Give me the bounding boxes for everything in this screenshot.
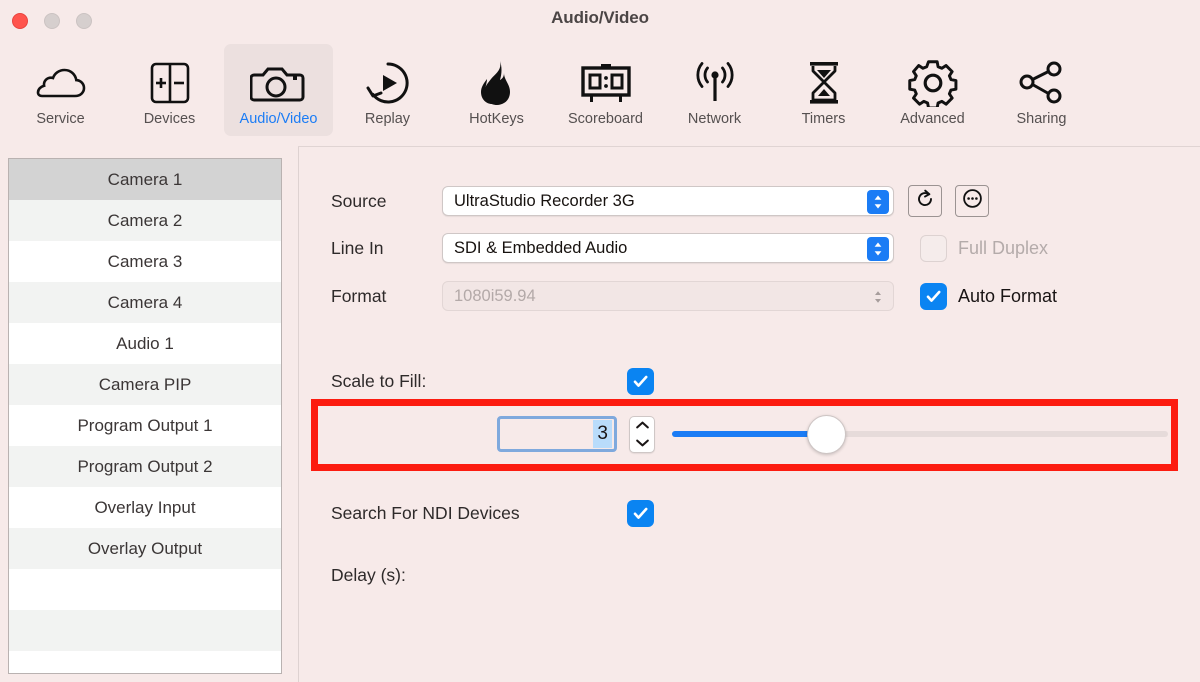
list-item[interactable]: Camera 2 <box>9 200 281 241</box>
full-duplex-label: Full Duplex <box>958 237 1049 258</box>
list-item[interactable]: Camera 1 <box>9 159 281 200</box>
replay-icon <box>362 56 414 110</box>
toolbar-item-hotkeys[interactable]: HotKeys <box>442 44 551 136</box>
line-in-dropdown[interactable]: SDI & Embedded Audio <box>442 233 894 263</box>
toolbar-item-network[interactable]: Network <box>660 44 769 136</box>
toolbar-item-label: Audio/Video <box>239 111 318 127</box>
options-button[interactable] <box>955 185 989 217</box>
list-item[interactable]: Camera 4 <box>9 282 281 323</box>
toolbar-item-label: Devices <box>143 111 196 127</box>
camera-icon <box>249 56 308 110</box>
delay-label: Delay (s): <box>331 565 406 585</box>
list-item[interactable]: Camera 3 <box>9 241 281 282</box>
toolbar-item-label: Scoreboard <box>568 111 643 127</box>
delay-row: Delay (s): <box>331 565 406 586</box>
line-in-value: SDI & Embedded Audio <box>454 238 628 257</box>
highlight-box <box>311 399 1178 471</box>
title-bar: Audio/Video <box>0 0 1200 42</box>
auto-format-checkbox-row[interactable]: Auto Format <box>920 282 1058 310</box>
line-in-row: Line In SDI & Embedded Audio Full Duplex <box>331 233 1048 263</box>
toolbar-item-audio-video[interactable]: Audio/Video <box>224 44 333 136</box>
format-value: 1080i59.94 <box>454 286 536 305</box>
toolbar-item-label: HotKeys <box>469 111 524 127</box>
toolbar-item-label: Service <box>36 111 85 127</box>
list-item[interactable]: Program Output 2 <box>9 446 281 487</box>
search-ndi-row: Search For NDI Devices <box>331 500 654 527</box>
split-panes-icon <box>143 56 197 110</box>
search-ndi-label: Search For NDI Devices <box>331 503 520 523</box>
toolbar-item-service[interactable]: Service <box>6 44 115 136</box>
toolbar-item-replay[interactable]: Replay <box>333 44 442 136</box>
hourglass-icon <box>802 56 846 110</box>
format-dropdown: 1080i59.94 <box>442 281 894 311</box>
cloud-icon <box>34 56 88 110</box>
refresh-icon <box>915 189 935 214</box>
list-item-empty[interactable] <box>9 569 281 610</box>
ellipsis-circle-icon <box>962 188 983 214</box>
auto-format-checkbox[interactable] <box>920 282 947 310</box>
toolbar-item-label: Replay <box>364 111 411 127</box>
format-label: Format <box>331 285 387 306</box>
chevron-up-down-icon <box>867 285 889 309</box>
gear-icon <box>907 56 958 110</box>
scale-to-fill-checkbox[interactable] <box>627 368 654 395</box>
list-item[interactable]: Audio 1 <box>9 323 281 364</box>
toolbar-item-sharing[interactable]: Sharing <box>987 44 1096 136</box>
toolbar-item-advanced[interactable]: Advanced <box>878 44 987 136</box>
line-in-label: Line In <box>331 237 384 258</box>
toolbar-item-timers[interactable]: Timers <box>769 44 878 136</box>
toolbar-item-devices[interactable]: Devices <box>115 44 224 136</box>
full-duplex-checkbox[interactable] <box>920 234 947 262</box>
source-label: Source <box>331 190 387 211</box>
format-row: Format 1080i59.94 Auto Format <box>331 281 1057 311</box>
list-item[interactable]: Overlay Output <box>9 528 281 569</box>
toolbar: Service Devices Audio/Video Replay HotKe… <box>0 42 1200 146</box>
refresh-button[interactable] <box>908 185 942 217</box>
toolbar-item-label: Sharing <box>1016 111 1067 127</box>
chevron-up-down-icon <box>867 190 889 214</box>
toolbar-item-scoreboard[interactable]: Scoreboard <box>551 44 660 136</box>
auto-format-label: Auto Format <box>958 285 1058 306</box>
list-item-empty[interactable] <box>9 651 281 673</box>
toolbar-item-label: Advanced <box>900 111 965 127</box>
window-title: Audio/Video <box>551 8 649 27</box>
scale-to-fill-label: Scale to Fill: <box>331 371 427 391</box>
antenna-icon <box>689 56 741 110</box>
toolbar-item-label: Timers <box>801 111 846 127</box>
chevron-up-down-icon <box>867 237 889 261</box>
toolbar-item-label: Network <box>687 111 742 127</box>
share-icon <box>1016 56 1068 110</box>
app-window: Audio/Video Service Devices Audio/Video … <box>0 0 1200 682</box>
source-value: UltraStudio Recorder 3G <box>454 191 635 210</box>
source-row: Source UltraStudio Recorder 3G <box>331 185 989 217</box>
list-item[interactable]: Overlay Input <box>9 487 281 528</box>
source-dropdown[interactable]: UltraStudio Recorder 3G <box>442 186 894 216</box>
list-item-empty[interactable] <box>9 610 281 651</box>
scale-to-fill-row: Scale to Fill: <box>331 368 654 395</box>
full-duplex-checkbox-row[interactable]: Full Duplex <box>920 234 1049 262</box>
flame-icon <box>473 56 521 110</box>
source-list[interactable]: Camera 1 Camera 2 Camera 3 Camera 4 Audi… <box>8 158 282 674</box>
list-item[interactable]: Camera PIP <box>9 364 281 405</box>
list-item[interactable]: Program Output 1 <box>9 405 281 446</box>
search-ndi-checkbox[interactable] <box>627 500 654 527</box>
scoreboard-icon <box>578 56 634 110</box>
